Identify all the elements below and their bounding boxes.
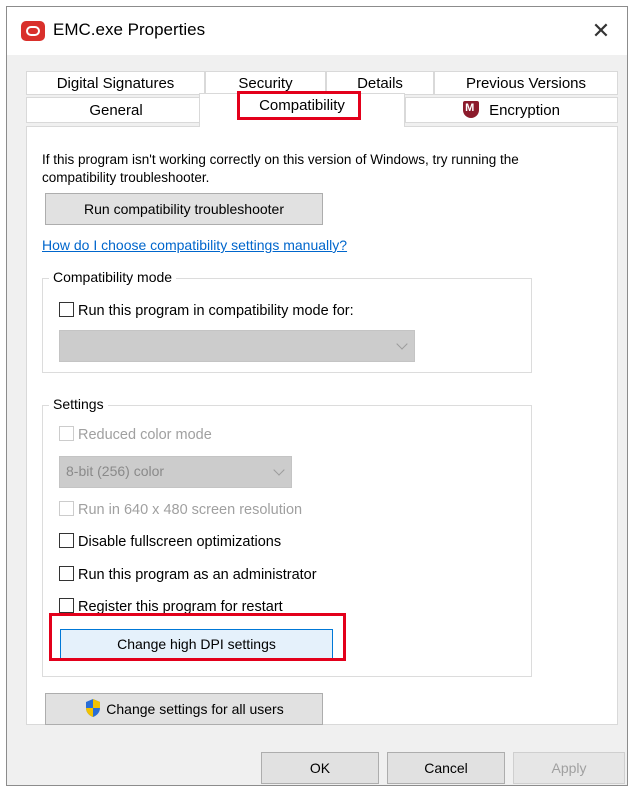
reduced-color-checkbox bbox=[59, 426, 74, 441]
change-settings-all-users-button[interactable]: Change settings for all users bbox=[45, 693, 323, 725]
dpi-button-highlight bbox=[49, 613, 346, 661]
title-bar: EMC.exe Properties ✕ bbox=[7, 7, 627, 55]
disable-fullscreen-checkbox[interactable] bbox=[59, 533, 74, 548]
compatibility-tab-highlight bbox=[237, 91, 361, 120]
ok-button[interactable]: OK bbox=[261, 752, 379, 784]
compatibility-help-link[interactable]: How do I choose compatibility settings m… bbox=[42, 237, 347, 253]
mcafee-shield-icon bbox=[463, 101, 480, 118]
apply-button: Apply bbox=[513, 752, 625, 784]
tab-digital-signatures[interactable]: Digital Signatures bbox=[26, 71, 205, 95]
intro-text: If this program isn't working correctly … bbox=[42, 152, 519, 185]
compatibility-mode-label: Compatibility mode bbox=[49, 269, 177, 285]
window-title: EMC.exe Properties bbox=[53, 20, 206, 39]
disable-fullscreen-row[interactable]: Disable fullscreen optimizations bbox=[59, 533, 281, 550]
compatibility-os-select bbox=[59, 330, 415, 362]
reduced-color-row: Reduced color mode bbox=[59, 426, 212, 443]
run-troubleshooter-button[interactable]: Run compatibility troubleshooter bbox=[45, 193, 323, 225]
tab-general[interactable]: General bbox=[26, 97, 206, 123]
register-restart-checkbox[interactable] bbox=[59, 598, 74, 613]
chevron-down-icon bbox=[273, 464, 285, 476]
uac-shield-icon bbox=[86, 699, 101, 717]
app-icon bbox=[21, 21, 45, 41]
compatibility-mode-checkbox[interactable] bbox=[59, 302, 74, 317]
tab-previous-versions[interactable]: Previous Versions bbox=[434, 71, 618, 95]
settings-label: Settings bbox=[49, 396, 108, 412]
properties-dialog: EMC.exe Properties ✕ Digital Signatures … bbox=[6, 6, 628, 786]
color-mode-select: 8-bit (256) color bbox=[59, 456, 292, 488]
run-as-admin-row[interactable]: Run this program as an administrator bbox=[59, 566, 317, 583]
compatibility-mode-checkbox-row[interactable]: Run this program in compatibility mode f… bbox=[59, 302, 354, 319]
tab-encryption[interactable]: Encryption bbox=[405, 97, 618, 123]
cancel-button[interactable]: Cancel bbox=[387, 752, 505, 784]
run-as-admin-checkbox[interactable] bbox=[59, 566, 74, 581]
compatibility-mode-group: Compatibility mode Run this program in c… bbox=[42, 269, 532, 373]
chevron-down-icon bbox=[396, 338, 408, 350]
resolution-checkbox bbox=[59, 501, 74, 516]
resolution-row: Run in 640 x 480 screen resolution bbox=[59, 501, 302, 518]
close-icon[interactable]: ✕ bbox=[585, 15, 617, 47]
